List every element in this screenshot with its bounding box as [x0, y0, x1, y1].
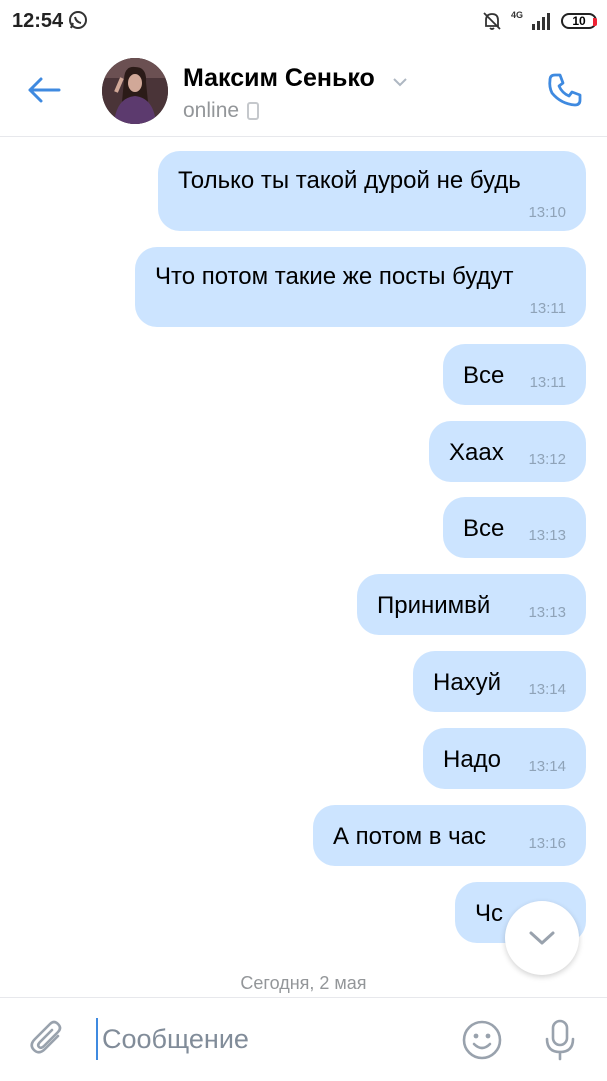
message-bubble[interactable]: Нахуй 13:14: [413, 651, 586, 712]
message-time: 13:11: [529, 300, 566, 317]
mute-bell-icon: [483, 12, 501, 30]
message-text: Хаах: [449, 439, 504, 466]
network-type-label: 4G: [510, 10, 523, 20]
battery-icon: 10: [561, 13, 597, 29]
contact-status: online: [183, 99, 260, 123]
message-time: 13:13: [528, 527, 566, 544]
attach-button[interactable]: [26, 1016, 70, 1060]
whatsapp-notification-icon: [69, 11, 87, 29]
chevron-down-icon: [529, 931, 555, 945]
message-time: 13:10: [528, 204, 566, 221]
message-composer: [0, 997, 607, 1081]
avatar-image: [102, 58, 168, 124]
message-time: 13:14: [528, 758, 566, 775]
message-bubble[interactable]: Хаах 13:12: [429, 421, 586, 482]
message-bubble[interactable]: Надо 13:14: [423, 728, 586, 789]
arrow-left-icon: [28, 77, 61, 103]
message-text: Чс: [475, 900, 503, 927]
scroll-down-button[interactable]: [505, 901, 579, 975]
message-text: Что потом такие же посты будут: [155, 263, 514, 290]
message-text: Нахуй: [433, 669, 502, 696]
mobile-device-icon: [247, 102, 260, 120]
message-text: Принимвй: [377, 592, 491, 619]
message-list[interactable]: Только ты такой дурой не будь 13:10 Что …: [0, 137, 607, 997]
date-separator: Сегодня, 2 мая: [240, 973, 367, 993]
status-indicators: 4G 10: [481, 9, 597, 33]
message-text: Надо: [443, 746, 502, 773]
message-bubble[interactable]: Все 13:11: [443, 344, 586, 405]
signal-icon: [532, 13, 550, 30]
message-text: Только ты такой дурой не будь: [178, 167, 521, 194]
message-bubble[interactable]: Что потом такие же посты будут 13:11: [135, 247, 586, 327]
contact-name[interactable]: Максим Сенько: [183, 64, 375, 93]
battery-level: 10: [572, 14, 586, 28]
call-button[interactable]: [541, 66, 589, 114]
message-time: 13:13: [528, 604, 566, 621]
message-text: Все: [463, 515, 505, 542]
voice-message-button[interactable]: [538, 1016, 582, 1064]
status-time: 12:54: [12, 10, 64, 32]
message-time: 13:16: [528, 835, 566, 852]
message-input[interactable]: [96, 1018, 444, 1060]
paperclip-icon: [30, 1020, 62, 1054]
message-bubble[interactable]: Все 13:13: [443, 497, 586, 558]
online-status-label: online: [183, 99, 240, 122]
back-button[interactable]: [20, 66, 68, 114]
message-bubble[interactable]: Только ты такой дурой не будь 13:10: [158, 151, 586, 231]
message-text: А потом в час: [333, 823, 486, 850]
message-time: 13:11: [529, 374, 566, 391]
avatar[interactable]: [102, 58, 168, 124]
smiley-icon: [462, 1020, 502, 1060]
message-time: 13:12: [528, 451, 566, 468]
message-bubble[interactable]: Принимвй 13:13: [357, 574, 586, 635]
message-text: Все: [463, 362, 505, 389]
chat-header: Максим Сенько online: [0, 44, 607, 137]
message-time: 13:14: [528, 681, 566, 698]
emoji-button[interactable]: [460, 1018, 504, 1062]
status-bar: 12:54 4G 10: [0, 0, 607, 44]
phone-icon: [548, 73, 582, 107]
microphone-icon: [545, 1019, 575, 1061]
chevron-down-icon[interactable]: [392, 74, 408, 90]
message-bubble[interactable]: А потом в час 13:16: [313, 805, 586, 866]
